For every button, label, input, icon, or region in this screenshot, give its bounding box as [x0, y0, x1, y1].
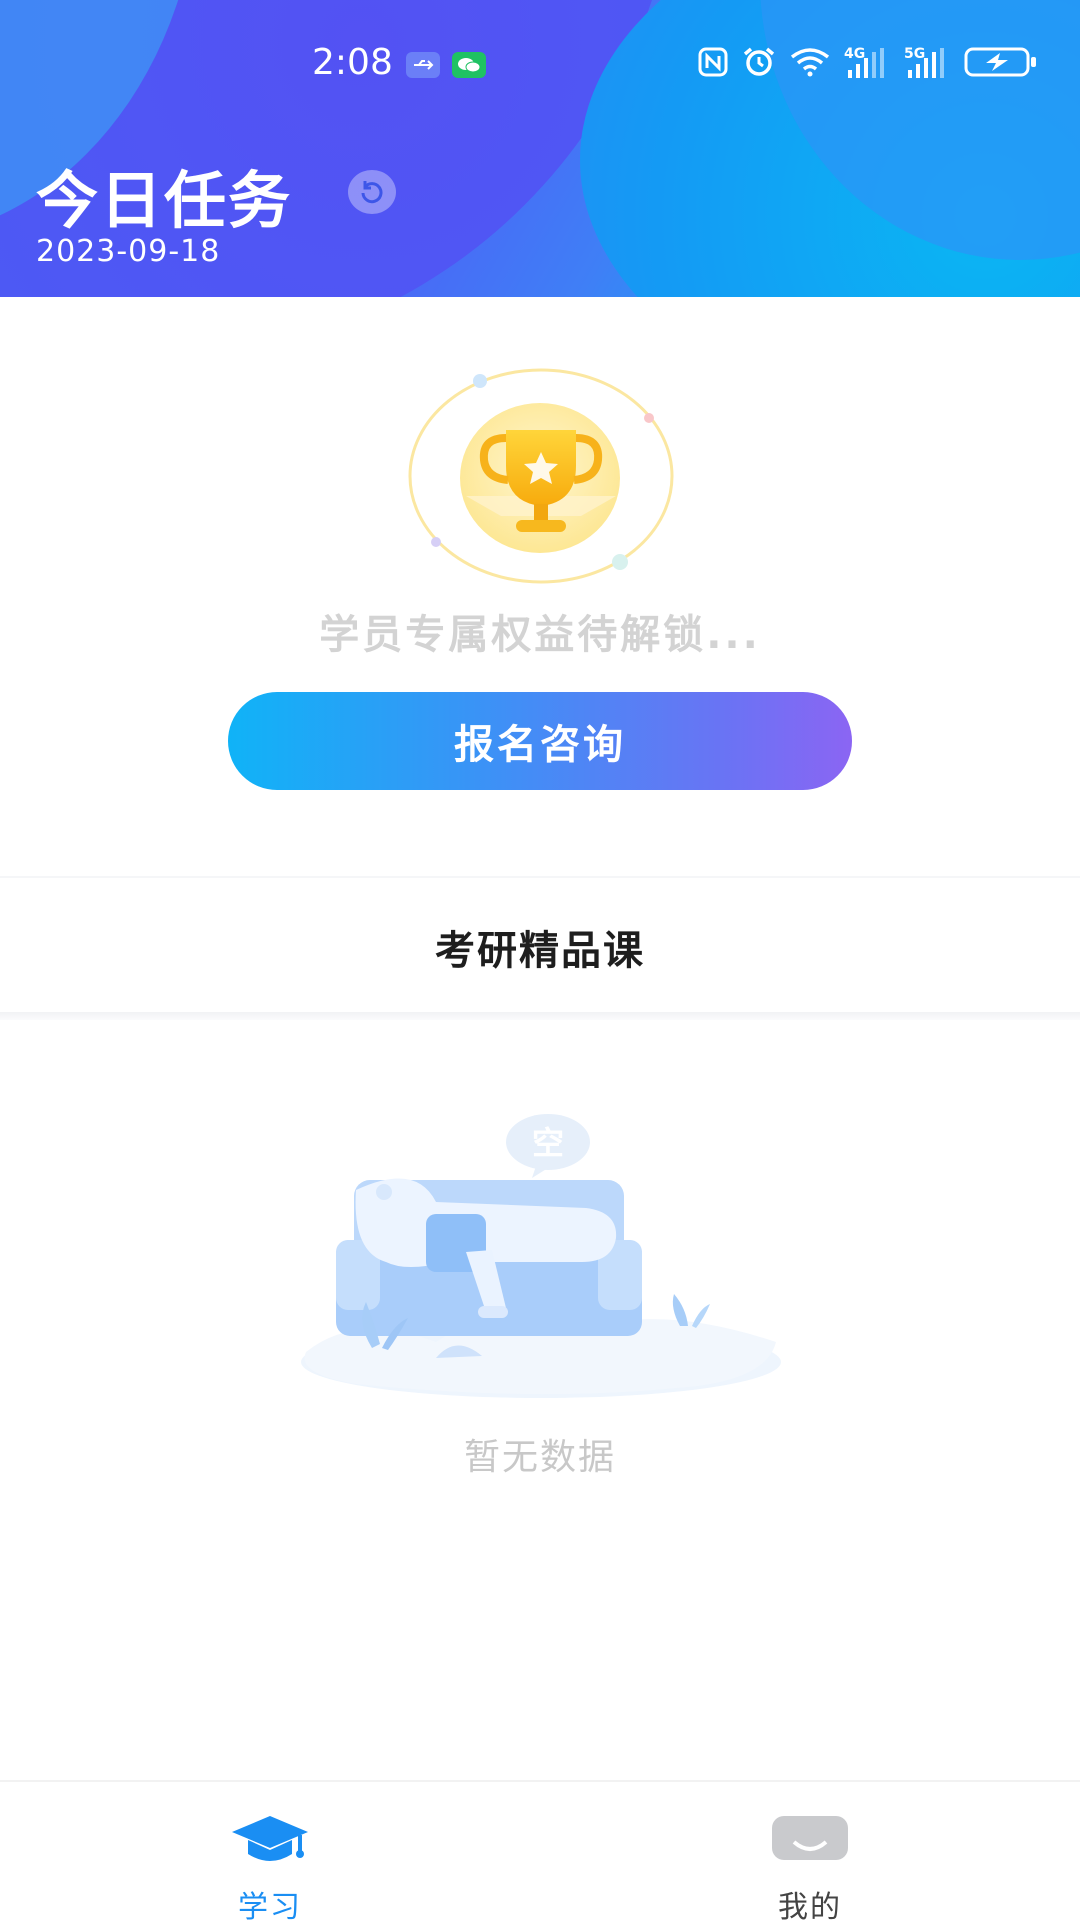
- graduation-cap-icon: [230, 1812, 310, 1872]
- nav-label-mine: 我的: [778, 1890, 842, 1925]
- battery-charging-icon: [964, 46, 1038, 82]
- wechat-icon: [452, 52, 486, 82]
- nav-item-mine[interactable]: 我的: [540, 1782, 1080, 1925]
- header: 2:08 4G 5G 今日任务 2023-09-18: [0, 0, 1080, 297]
- empty-bubble-char: 空: [532, 1124, 564, 1162]
- alarm-icon: [742, 46, 776, 82]
- signal-5g-icon: 5G: [904, 46, 950, 80]
- nav-item-study[interactable]: 学习: [0, 1782, 540, 1925]
- refresh-button[interactable]: [348, 170, 396, 214]
- nfc-icon: [698, 47, 728, 81]
- usb-icon: [406, 52, 440, 82]
- signal-4g-icon: 4G: [844, 46, 890, 80]
- profile-icon: [770, 1812, 850, 1872]
- trophy-icon: [406, 366, 676, 590]
- status-icons: 4G 5G: [698, 46, 1038, 82]
- empty-state-text: 暂无数据: [463, 1437, 616, 1478]
- status-time: 2:08: [312, 42, 393, 83]
- section-title: 考研精品课: [435, 928, 645, 974]
- nav-label-study: 学习: [238, 1890, 302, 1925]
- bottom-nav: 学习 我的: [0, 1780, 1080, 1925]
- wifi-icon: [790, 47, 830, 81]
- consult-signup-button[interactable]: 报名咨询: [228, 692, 852, 790]
- page-date: 2023-09-18: [36, 234, 221, 269]
- section-divider: [0, 1012, 1080, 1020]
- section-divider: [0, 876, 1080, 878]
- refresh-icon: [361, 181, 383, 204]
- empty-state-illustration: 空: [296, 1112, 786, 1406]
- locked-benefits-text: 学员专属权益待解锁...: [319, 612, 761, 658]
- page-title: 今日任务: [36, 164, 293, 237]
